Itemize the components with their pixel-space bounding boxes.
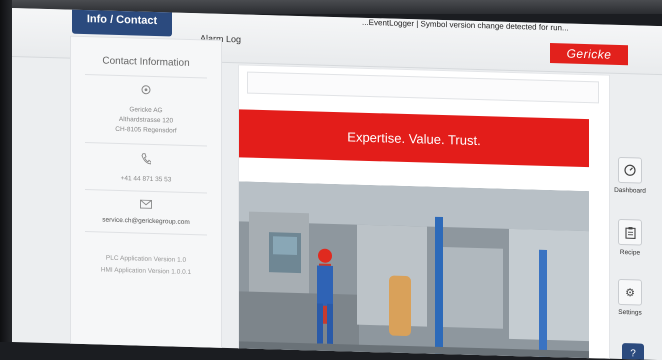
tab-info-contact[interactable]: Info / Contact: [72, 8, 172, 37]
phone-number: +41 44 871 35 53: [120, 175, 172, 184]
monitor-bezel-left: [0, 0, 12, 342]
nav-recipe[interactable]: Recipe: [610, 218, 650, 257]
help-icon[interactable]: ?: [622, 343, 644, 360]
gericke-logo: Gericke: [550, 43, 628, 66]
contact-title: Contact Information: [102, 55, 190, 69]
nav-dashboard-label: Dashboard: [614, 186, 646, 195]
main-content: Expertise. Value. Trust.: [238, 64, 610, 360]
nav-settings[interactable]: ⚙ Settings: [610, 278, 650, 317]
divider: [85, 74, 207, 79]
clipboard-icon[interactable]: [618, 218, 642, 246]
nav-dashboard[interactable]: Dashboard: [610, 156, 650, 195]
plant-photo: [239, 181, 589, 360]
gauge-icon[interactable]: [618, 156, 642, 184]
gear-icon[interactable]: ⚙: [618, 278, 642, 306]
status-message: ...EventLogger | Symbol version change d…: [362, 17, 569, 33]
divider: [85, 231, 207, 236]
location-pin-icon: [71, 83, 221, 100]
hmi-screen: Info / Contact Alarm Log ...EventLogger …: [12, 8, 662, 360]
email-link[interactable]: service.ch@gerickegroup.com: [71, 216, 221, 227]
version-info: PLC Application Version 1.0 HMI Applicat…: [71, 252, 221, 280]
nav-settings-label: Settings: [618, 308, 642, 317]
envelope-icon: [71, 198, 221, 214]
divider: [85, 142, 207, 147]
phone-icon: [71, 151, 221, 170]
nav-recipe-label: Recipe: [619, 248, 641, 257]
slogan-banner: Expertise. Value. Trust.: [239, 109, 589, 168]
message-bar: [247, 71, 599, 104]
address-block: Gericke AG Althardstrasse 120 CH-8105 Re…: [71, 104, 221, 138]
divider: [85, 189, 207, 194]
contact-panel: Contact Information Gericke AG Althardst…: [70, 35, 222, 360]
